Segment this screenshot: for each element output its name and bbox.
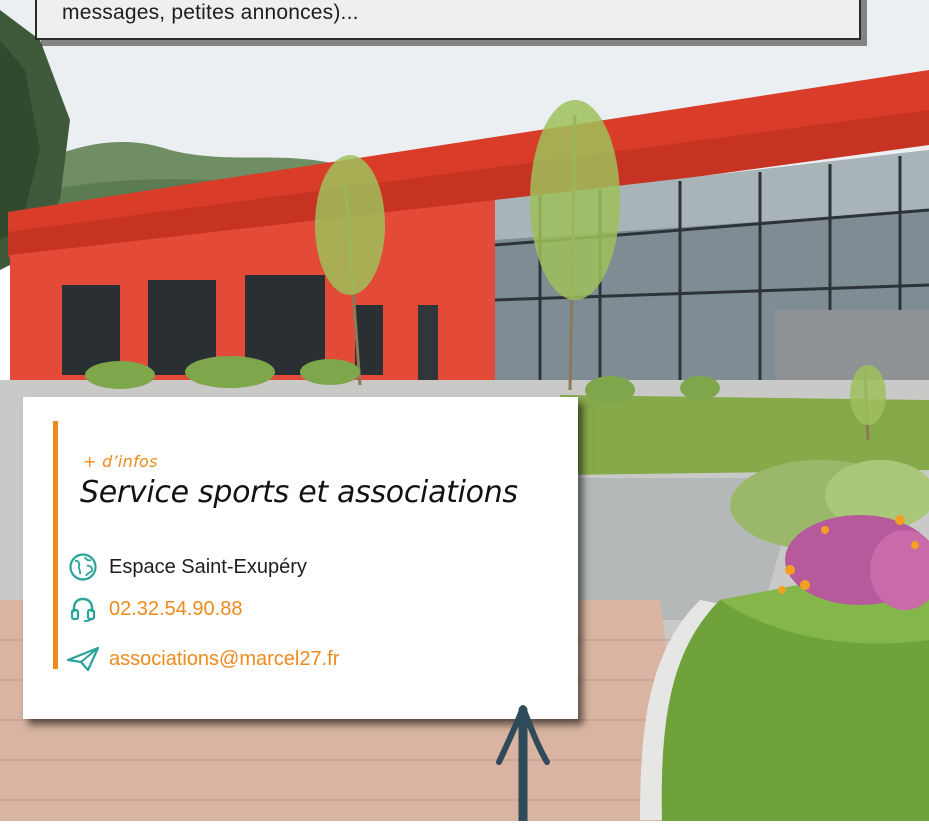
intro-text-card: messages, petites annonces)... — [35, 0, 861, 40]
email-link[interactable]: associations@marcel27.fr — [109, 648, 339, 671]
service-title: Service sports et associations — [80, 475, 518, 510]
phone-row[interactable]: 02.32.54.90.88 — [66, 594, 242, 624]
headset-icon — [66, 594, 100, 624]
accent-bar — [53, 421, 58, 669]
phone-link[interactable]: 02.32.54.90.88 — [109, 598, 242, 621]
contact-info-card: + d’infos Service sports et associations… — [23, 397, 578, 719]
location-row: Espace Saint-Exupéry — [66, 552, 307, 582]
intro-text: messages, petites annonces)... — [62, 1, 359, 24]
more-info-label: + d’infos — [83, 452, 158, 471]
globe-icon — [66, 552, 100, 582]
email-row[interactable]: associations@marcel27.fr — [66, 644, 339, 674]
up-arrow-icon — [485, 700, 565, 826]
location-text: Espace Saint-Exupéry — [109, 555, 307, 578]
paper-plane-icon — [66, 644, 100, 674]
